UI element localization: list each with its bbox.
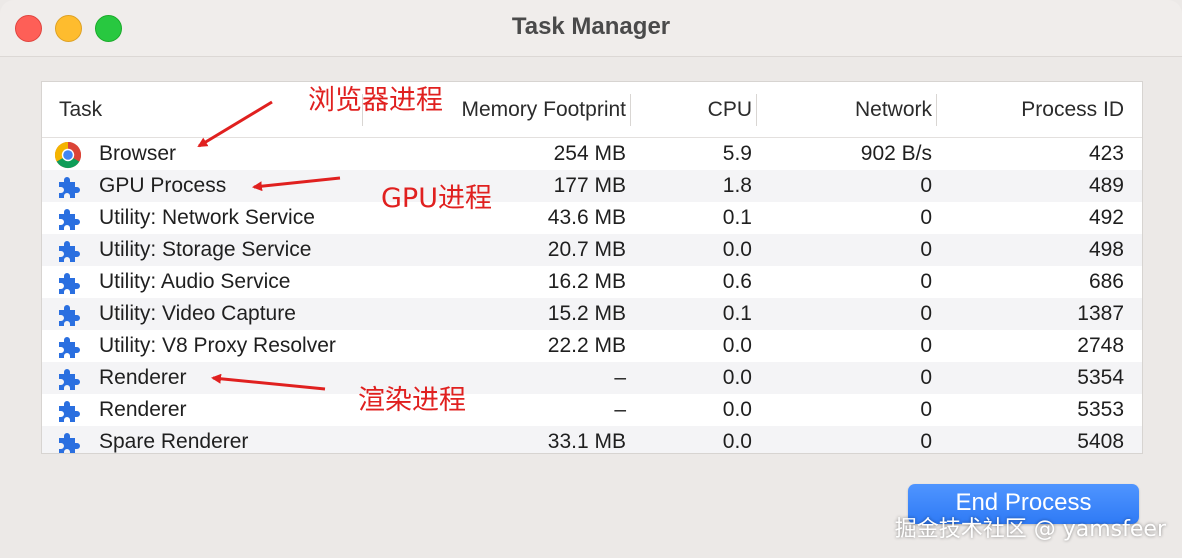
- annotation-renderer-process: 渲染进程: [358, 385, 466, 416]
- task-name: Utility: V8 Proxy Resolver: [99, 334, 336, 357]
- task-name: Spare Renderer: [99, 430, 249, 453]
- chrome-icon: [54, 141, 82, 169]
- process-id-value: 5353: [1077, 398, 1124, 421]
- table-row[interactable]: GPU Process 177 MB 1.8 0 489: [42, 170, 1142, 202]
- table-row[interactable]: Utility: Network Service 43.6 MB 0.1 0 492: [42, 202, 1142, 234]
- column-header-task[interactable]: Task: [59, 98, 102, 122]
- column-header-pid[interactable]: Process ID: [1021, 98, 1124, 122]
- network-value: 0: [920, 366, 932, 389]
- cpu-value: 0.0: [722, 238, 752, 261]
- memory-value: 177 MB: [553, 174, 626, 197]
- task-name: Utility: Audio Service: [99, 270, 291, 293]
- table-row[interactable]: Utility: Video Capture 15.2 MB 0.1 0 1387: [42, 298, 1142, 330]
- network-value: 0: [920, 206, 932, 229]
- memory-value: 20.7 MB: [547, 238, 626, 261]
- process-id-value: 5408: [1077, 430, 1124, 453]
- column-header-memory[interactable]: Memory Footprint: [461, 98, 626, 122]
- table-row[interactable]: Renderer – 0.0 0 5353: [42, 394, 1142, 426]
- memory-value: 22.2 MB: [547, 334, 626, 357]
- table-row[interactable]: Renderer – 0.0 0 5354: [42, 362, 1142, 394]
- table-row[interactable]: Utility: V8 Proxy Resolver 22.2 MB 0.0 0 274…: [42, 330, 1142, 362]
- network-value: 0: [920, 430, 932, 453]
- puzzle-piece-icon: [54, 205, 82, 233]
- cpu-value: 0.0: [722, 334, 752, 357]
- window-title: Task Manager: [511, 13, 671, 40]
- cpu-value: 0.1: [722, 206, 752, 229]
- table-header: Task Memory Footprint CPU Network Proces…: [42, 82, 1142, 138]
- memory-value: 33.1 MB: [547, 430, 626, 453]
- memory-value: 254 MB: [553, 142, 626, 165]
- column-header-network[interactable]: Network: [855, 98, 932, 122]
- table-row[interactable]: Utility: Audio Service 16.2 MB 0.6 0 686: [42, 266, 1142, 298]
- network-value: 902 B/s: [860, 142, 932, 165]
- puzzle-piece-icon: [54, 301, 82, 329]
- process-id-value: 2748: [1077, 334, 1124, 357]
- memory-value: 15.2 MB: [547, 302, 626, 325]
- process-id-value: 5354: [1077, 366, 1124, 389]
- table-row[interactable]: Utility: Storage Service 20.7 MB 0.0 0 498: [42, 234, 1142, 266]
- process-id-value: 498: [1088, 238, 1124, 261]
- table-row[interactable]: Browser 254 MB 5.9 902 B/s 423: [42, 138, 1142, 170]
- network-value: 0: [920, 398, 932, 421]
- cpu-value: 0.1: [722, 302, 752, 325]
- puzzle-piece-icon: [54, 333, 82, 361]
- cpu-value: 0.0: [722, 398, 752, 421]
- puzzle-piece-icon: [54, 173, 82, 201]
- task-name: Utility: Network Service: [99, 206, 315, 229]
- process-id-value: 489: [1088, 174, 1124, 197]
- network-value: 0: [920, 174, 932, 197]
- table-row[interactable]: Spare Renderer 33.1 MB 0.0 0 5408: [42, 426, 1142, 453]
- network-value: 0: [920, 238, 932, 261]
- cpu-value: 5.9: [722, 142, 752, 165]
- cpu-value: 0.0: [722, 366, 752, 389]
- task-name: Renderer: [99, 366, 187, 389]
- task-name: Browser: [99, 142, 177, 165]
- title-bar: Task Manager: [0, 0, 1182, 57]
- cpu-value: 0.0: [722, 430, 752, 453]
- puzzle-piece-icon: [54, 429, 82, 453]
- cpu-value: 1.8: [722, 174, 752, 197]
- annotation-gpu-process: GPU进程: [381, 183, 492, 214]
- memory-value: 43.6 MB: [547, 206, 626, 229]
- annotation-browser-process: 浏览器进程: [308, 85, 443, 116]
- task-name: Renderer: [99, 398, 187, 421]
- process-id-value: 686: [1088, 270, 1124, 293]
- puzzle-piece-icon: [54, 237, 82, 265]
- network-value: 0: [920, 270, 932, 293]
- cpu-value: 0.6: [722, 270, 752, 293]
- task-name: Utility: Storage Service: [99, 238, 312, 261]
- puzzle-piece-icon: [54, 269, 82, 297]
- process-table: Task Memory Footprint CPU Network Proces…: [41, 81, 1143, 454]
- column-header-cpu[interactable]: CPU: [708, 98, 752, 122]
- memory-value: –: [614, 366, 626, 389]
- network-value: 0: [920, 302, 932, 325]
- network-value: 0: [920, 334, 932, 357]
- task-name: GPU Process: [99, 174, 227, 197]
- watermark: 掘金技术社区 @ yamsfeer: [894, 517, 1166, 542]
- task-manager-window: Task Manager Task Memory Footprint CPU N…: [0, 0, 1182, 558]
- process-id-value: 1387: [1077, 302, 1124, 325]
- puzzle-piece-icon: [54, 365, 82, 393]
- process-id-value: 492: [1088, 206, 1124, 229]
- memory-value: –: [614, 398, 626, 421]
- memory-value: 16.2 MB: [547, 270, 626, 293]
- column-divider: [630, 94, 631, 126]
- puzzle-piece-icon: [54, 397, 82, 425]
- column-divider: [756, 94, 757, 126]
- column-divider: [936, 94, 937, 126]
- process-id-value: 423: [1088, 142, 1124, 165]
- task-name: Utility: Video Capture: [99, 302, 296, 325]
